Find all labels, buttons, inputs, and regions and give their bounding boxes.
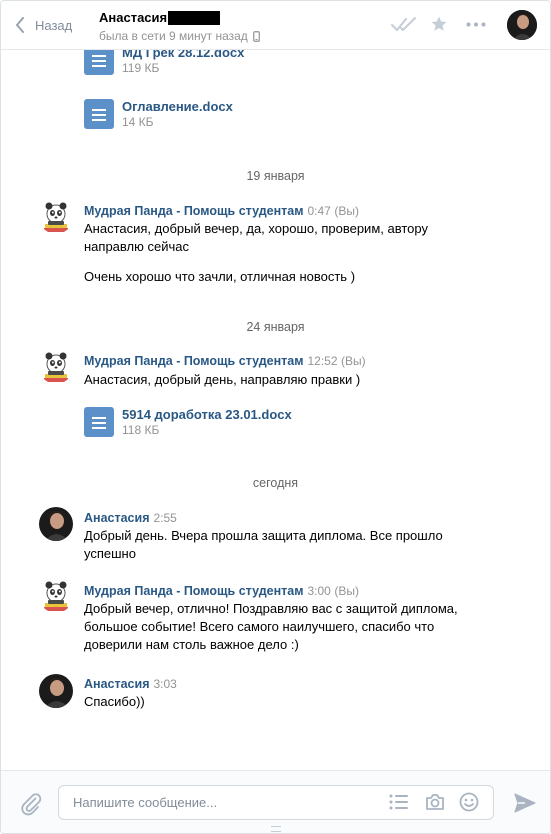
message-text: Спасибо)) xyxy=(84,694,145,709)
author-name: Мудрая Панда - Помощь студентам xyxy=(84,584,304,598)
panda-avatar[interactable] xyxy=(39,200,73,234)
more-icon[interactable] xyxy=(466,22,486,27)
author-name: Анастасия xyxy=(84,511,150,525)
templates-icon[interactable] xyxy=(389,794,409,810)
message-time[interactable]: 3:00 xyxy=(307,584,330,598)
peer-name[interactable]: Анастасия xyxy=(99,10,221,25)
message-time[interactable]: 12:52 xyxy=(307,354,337,368)
peer-status: была в сети 9 минут назад xyxy=(99,29,260,43)
file-name: МД Грек 28.12.docx xyxy=(122,50,245,60)
star-icon[interactable] xyxy=(430,15,448,33)
date-separator: сегодня xyxy=(252,476,299,490)
file-name: 5914 доработка 23.01.docx xyxy=(122,407,292,422)
chat-header: Назад Анастасия была в сети 9 минут наза… xyxy=(1,1,550,50)
resize-handle[interactable] xyxy=(271,826,281,832)
message-author[interactable]: Анастасия 3:03 xyxy=(84,677,177,691)
file-size: 118 КБ xyxy=(122,423,160,437)
message-time[interactable]: 0:47 xyxy=(307,204,330,218)
message-author[interactable]: Мудрая Панда - Помощь студентам 0:47 (Вы) xyxy=(84,204,359,218)
back-label: Назад xyxy=(35,17,73,33)
peer-status-text: была в сети 9 минут назад xyxy=(99,29,248,43)
send-icon[interactable] xyxy=(514,793,536,813)
emoji-icon[interactable] xyxy=(459,792,479,812)
redaction-bar xyxy=(168,10,221,25)
peer-name-text: Анастасия xyxy=(99,10,168,25)
message-history[interactable]: МД Грек 28.12.docx 119 КБ Оглавление.doc… xyxy=(1,50,550,770)
composer xyxy=(1,770,550,833)
file-name: Оглавление.docx xyxy=(122,99,233,114)
date-separator: 19 января xyxy=(246,169,305,183)
own-marker: (Вы) xyxy=(334,584,359,598)
date-separator: 24 января xyxy=(246,320,305,334)
message-author[interactable]: Мудрая Панда - Помощь студентам 12:52 (Вы… xyxy=(84,354,366,368)
message-text: Добрый вечер, отлично! Поздравляю вас с … xyxy=(84,601,458,652)
file-attachment[interactable]: Оглавление.docx 14 КБ xyxy=(84,99,233,130)
panda-avatar[interactable] xyxy=(39,579,73,613)
document-icon xyxy=(84,407,114,437)
double-check-icon[interactable] xyxy=(391,16,417,32)
message-text: Добрый день. Вчера прошла защита диплома… xyxy=(84,528,443,561)
camera-icon[interactable] xyxy=(425,793,445,811)
back-chevron-icon xyxy=(16,17,24,33)
author-name: Мудрая Панда - Помощь студентам xyxy=(84,204,304,218)
chat-window: Назад Анастасия была в сети 9 минут наза… xyxy=(0,0,551,834)
mobile-icon xyxy=(252,30,260,42)
message-author[interactable]: Анастасия 2:55 xyxy=(84,511,177,525)
own-marker: (Вы) xyxy=(341,354,366,368)
document-icon xyxy=(84,50,114,75)
panda-avatar[interactable] xyxy=(39,350,73,384)
avatar[interactable] xyxy=(507,10,537,40)
author-name: Анастасия xyxy=(84,677,150,691)
user-avatar[interactable] xyxy=(39,674,73,708)
own-marker: (Вы) xyxy=(334,204,359,218)
message-input[interactable] xyxy=(71,794,375,811)
file-attachment[interactable]: 5914 доработка 23.01.docx 118 КБ xyxy=(84,407,292,438)
message-text: Анастасия, добрый день, направляю правки… xyxy=(84,372,361,387)
message-text: Анастасия, добрый вечер, да, хорошо, про… xyxy=(84,221,428,254)
file-size: 14 КБ xyxy=(122,115,154,129)
file-attachment[interactable]: МД Грек 28.12.docx 119 КБ xyxy=(84,50,244,76)
message-input-box[interactable] xyxy=(58,785,494,820)
attach-icon[interactable] xyxy=(19,792,43,816)
message-author[interactable]: Мудрая Панда - Помощь студентам 3:00 (Вы) xyxy=(84,584,359,598)
author-name: Мудрая Панда - Помощь студентам xyxy=(84,354,304,368)
message-time[interactable]: 2:55 xyxy=(154,511,177,525)
back-button[interactable]: Назад xyxy=(15,13,72,37)
message-text: Очень хорошо что зачли, отличная новость… xyxy=(84,269,356,284)
user-avatar[interactable] xyxy=(39,507,73,541)
message-time[interactable]: 3:03 xyxy=(154,677,177,691)
file-size: 119 КБ xyxy=(122,61,160,75)
document-icon xyxy=(84,99,114,129)
